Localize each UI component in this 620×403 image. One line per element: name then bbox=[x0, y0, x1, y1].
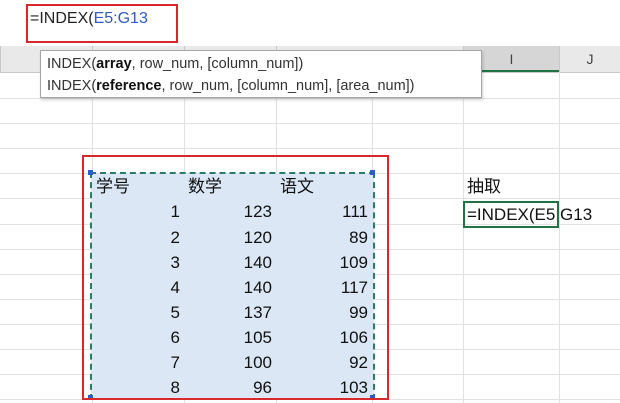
grid-line bbox=[559, 72, 560, 403]
grid-line bbox=[463, 72, 464, 403]
tooltip-arg-bold: array bbox=[96, 56, 132, 72]
formula-highlight-box bbox=[26, 4, 178, 43]
grid-line bbox=[0, 148, 620, 149]
extract-label[interactable]: 抽取 bbox=[463, 174, 559, 199]
column-header-j[interactable]: J bbox=[559, 46, 620, 72]
tooltip-rest: , row_num, [column_num], [area_num]) bbox=[161, 78, 415, 94]
table-highlight-box bbox=[82, 155, 389, 400]
function-tooltip: INDEX(array, row_num, [column_num]) INDE… bbox=[40, 50, 482, 98]
active-cell-border bbox=[463, 201, 559, 228]
tooltip-fn: INDEX( bbox=[47, 78, 97, 94]
tooltip-syntax-reference[interactable]: INDEX(reference, row_num, [column_num], … bbox=[47, 75, 475, 97]
grid-line bbox=[0, 123, 620, 124]
tooltip-syntax-array[interactable]: INDEX(array, row_num, [column_num]) bbox=[47, 53, 475, 75]
grid-line bbox=[0, 98, 620, 99]
tooltip-rest: , row_num, [column_num]) bbox=[131, 56, 304, 72]
tooltip-arg-bold: reference bbox=[96, 78, 162, 94]
tooltip-fn: INDEX( bbox=[47, 56, 97, 72]
